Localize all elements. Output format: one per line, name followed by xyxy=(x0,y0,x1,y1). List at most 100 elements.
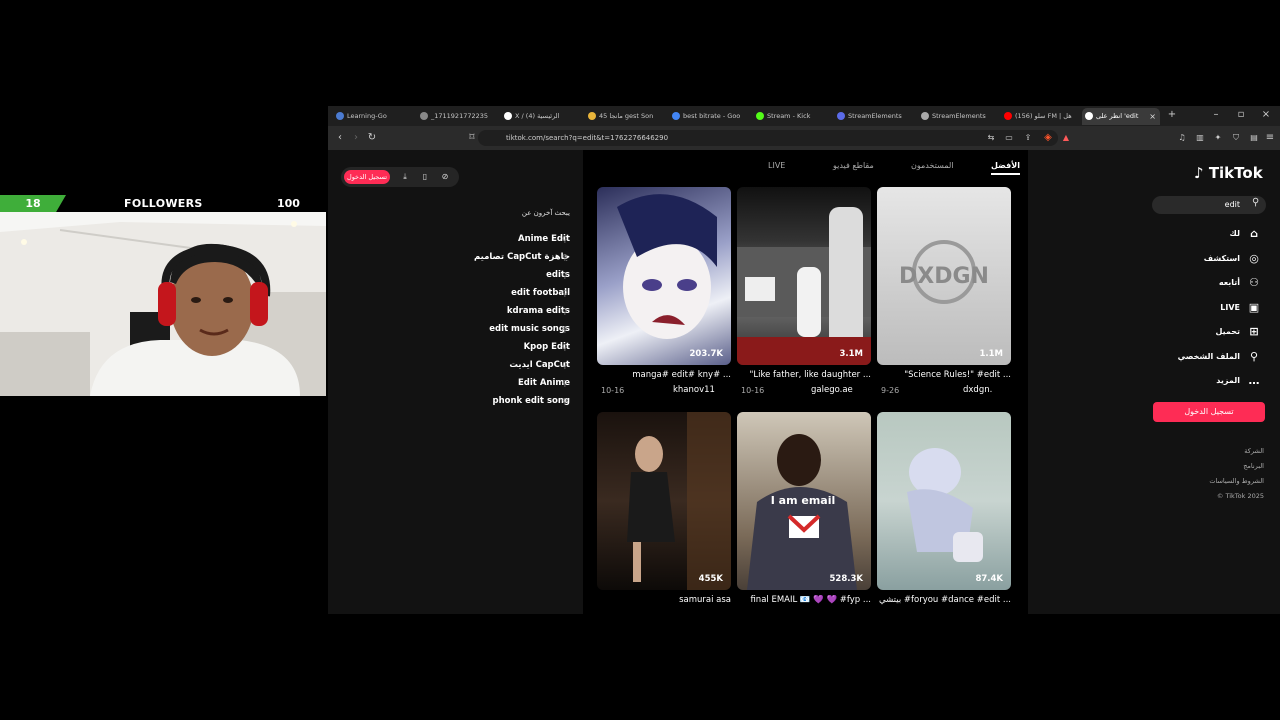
footer-link-program[interactable]: البرنامج xyxy=(1243,462,1264,470)
search-icon: ⚲ xyxy=(562,325,568,334)
video-caption[interactable]: final EMAIL 📧 💜 💜 #fyp ... xyxy=(737,595,871,605)
followers-goal: 100 xyxy=(277,197,300,210)
video-caption[interactable]: "Like father, like daughter ... xyxy=(737,370,871,380)
tab-2[interactable]: _1711921772235 xyxy=(417,108,495,125)
tab-favicon-icon xyxy=(588,112,596,120)
suggestion-item[interactable]: ايديت CapCut xyxy=(509,360,570,370)
video-date: 9-26 xyxy=(881,386,900,395)
video-username[interactable]: khanov11 xyxy=(673,385,715,395)
search-icon[interactable]: ⚲ xyxy=(1252,197,1259,208)
nav-for-you[interactable]: لك ⌂ xyxy=(1230,226,1262,242)
tab-learning-go[interactable]: Learning-Go xyxy=(333,108,411,125)
footer-link-terms[interactable]: الشروط والسياسات xyxy=(1209,477,1264,485)
address-bar[interactable]: tiktok.com/search?q=edit&t=1762276646290 xyxy=(478,130,1058,146)
video-caption[interactable]: samurai asa xyxy=(597,595,731,605)
video-caption[interactable]: "Science Rules!" #edit ... xyxy=(877,370,1011,380)
minimize-button[interactable]: – xyxy=(1208,107,1224,123)
video-username[interactable]: galego.ae xyxy=(811,385,853,395)
footer-link-company[interactable]: الشركة xyxy=(1244,447,1264,455)
kick-icon xyxy=(756,112,764,120)
video-caption[interactable]: بيتشي #foryou #dance #edit ... xyxy=(877,595,1011,605)
wallet-icon[interactable]: ▤ xyxy=(1246,130,1262,146)
search-icon: ⚲ xyxy=(562,361,568,370)
webcam-feed xyxy=(0,212,326,396)
search-icon: ⚲ xyxy=(562,235,568,244)
followers-count: 18 xyxy=(0,195,66,212)
nav-profile[interactable]: الملف الشخصي ⚲ xyxy=(1178,349,1262,365)
brave-shields-icon[interactable]: ◈ xyxy=(1040,130,1056,146)
site-controls-icon[interactable]: ⇆ xyxy=(983,130,999,146)
browser-window: Learning-Go _1711921772235 X / الرئيسية … xyxy=(328,106,1280,614)
video-card[interactable]: 203.7K xyxy=(597,187,731,365)
profile-icon: ⚲ xyxy=(1249,350,1259,363)
search-icon: ⚲ xyxy=(562,379,568,388)
suggestion-item[interactable]: تصاميم CapCut جاهزة xyxy=(474,252,570,262)
tab-kick[interactable]: Stream - Kick xyxy=(753,108,831,125)
tab-youtube[interactable]: (156) سلو FM | هل xyxy=(1001,108,1079,125)
video-card[interactable]: I am email 528.3K xyxy=(737,412,871,590)
video-thumbnail xyxy=(627,412,731,590)
video-card[interactable]: 3.1M xyxy=(737,187,871,365)
video-thumbnail: DXDGN xyxy=(899,240,989,304)
download-icon[interactable]: ⤓ xyxy=(398,170,412,184)
tiktok-logo-icon: ♪ xyxy=(1194,164,1204,182)
nav-label: استكشف xyxy=(1203,254,1240,263)
video-card[interactable]: 87.4K xyxy=(877,412,1011,590)
suggestion-item[interactable]: kdrama edits xyxy=(507,306,570,316)
nav-explore[interactable]: استكشف ◎ xyxy=(1204,251,1262,267)
share-icon[interactable]: ⇪ xyxy=(1020,130,1036,146)
tiktok-logo[interactable]: ♪ TikTok xyxy=(1194,164,1263,182)
menu-icon[interactable]: ≡ xyxy=(1262,130,1278,146)
sidebar-icon[interactable]: ▥ xyxy=(1192,130,1208,146)
nav-following[interactable]: أتابعه ⚇ xyxy=(1219,275,1262,291)
tab-streamelements-1[interactable]: StreamElements xyxy=(834,108,912,125)
phone-icon[interactable]: ▯ xyxy=(418,170,432,184)
tab-manga[interactable]: مانجا 45 gest Son xyxy=(585,108,663,125)
extensions-icon[interactable]: ✦ xyxy=(1210,130,1226,146)
search-icon: ⚲ xyxy=(562,289,568,298)
compass-icon[interactable]: ⊘ xyxy=(438,170,452,184)
video-card[interactable]: 455K xyxy=(597,412,731,590)
search-input[interactable]: edit xyxy=(1152,196,1266,214)
music-icon[interactable]: ♫ xyxy=(1174,130,1190,146)
back-button[interactable]: ‹ xyxy=(332,130,348,146)
x-logo-icon xyxy=(504,112,512,120)
tiktok-logo-text: TikTok xyxy=(1208,164,1263,182)
tab-users[interactable]: المستخدمون xyxy=(911,161,954,170)
close-window-button[interactable]: × xyxy=(1258,107,1274,123)
nav-upload[interactable]: تحميل ⊞ xyxy=(1215,324,1262,340)
maximize-button[interactable]: ▫ xyxy=(1233,107,1249,123)
video-caption[interactable]: manga# edit# kny# ... xyxy=(597,370,731,380)
suggestion-item[interactable]: edit music songs xyxy=(489,324,570,334)
tab-label: _1711921772235 xyxy=(431,112,489,120)
close-tab-icon[interactable]: × xyxy=(1149,108,1156,125)
new-tab-button[interactable]: + xyxy=(1164,107,1180,123)
search-results: الأفضل المستخدمون مقاطع فيديو LIVE 203.7… xyxy=(583,150,1028,614)
suggestion-item[interactable]: phonk edit song xyxy=(493,396,570,406)
login-button[interactable]: تسجيل الدخول xyxy=(1153,402,1265,422)
followers-label: FOLLOWERS xyxy=(124,197,203,210)
screen-icon[interactable]: ▭ xyxy=(1001,130,1017,146)
reload-button[interactable]: ↻ xyxy=(364,130,380,146)
tab-live[interactable]: LIVE xyxy=(768,161,785,170)
tab-tiktok-active[interactable]: انظر على 'edit × xyxy=(1082,108,1160,125)
tab-google[interactable]: best bitrate - Goo xyxy=(669,108,747,125)
tab-streamelements-2[interactable]: StreamElements xyxy=(918,108,996,125)
video-username[interactable]: dxdgn. xyxy=(963,385,992,395)
like-count: 3.1M xyxy=(839,349,863,359)
footer-copyright: © TikTok 2025 xyxy=(1216,492,1264,500)
nav-label: أتابعه xyxy=(1218,278,1240,287)
video-thumbnail xyxy=(737,207,871,365)
forward-button[interactable]: › xyxy=(348,130,364,146)
nav-more[interactable]: المزيد… xyxy=(1216,373,1262,389)
login-button-small[interactable]: تسجيل الدخول xyxy=(344,170,390,184)
tab-videos[interactable]: مقاطع فيديو xyxy=(833,161,874,170)
nav-label: لك xyxy=(1229,229,1240,238)
tab-x[interactable]: X / الرئيسية (4) xyxy=(501,108,579,125)
video-card[interactable]: DXDGN 1.1M xyxy=(877,187,1011,365)
tab-top[interactable]: الأفضل xyxy=(991,161,1020,175)
nav-live[interactable]: LIVE ▣ xyxy=(1220,300,1262,316)
vpn-icon[interactable]: ⛉ xyxy=(1228,130,1244,146)
brave-rewards-icon[interactable]: ▲ xyxy=(1058,130,1074,146)
video-thumbnail: I am email xyxy=(747,434,857,590)
